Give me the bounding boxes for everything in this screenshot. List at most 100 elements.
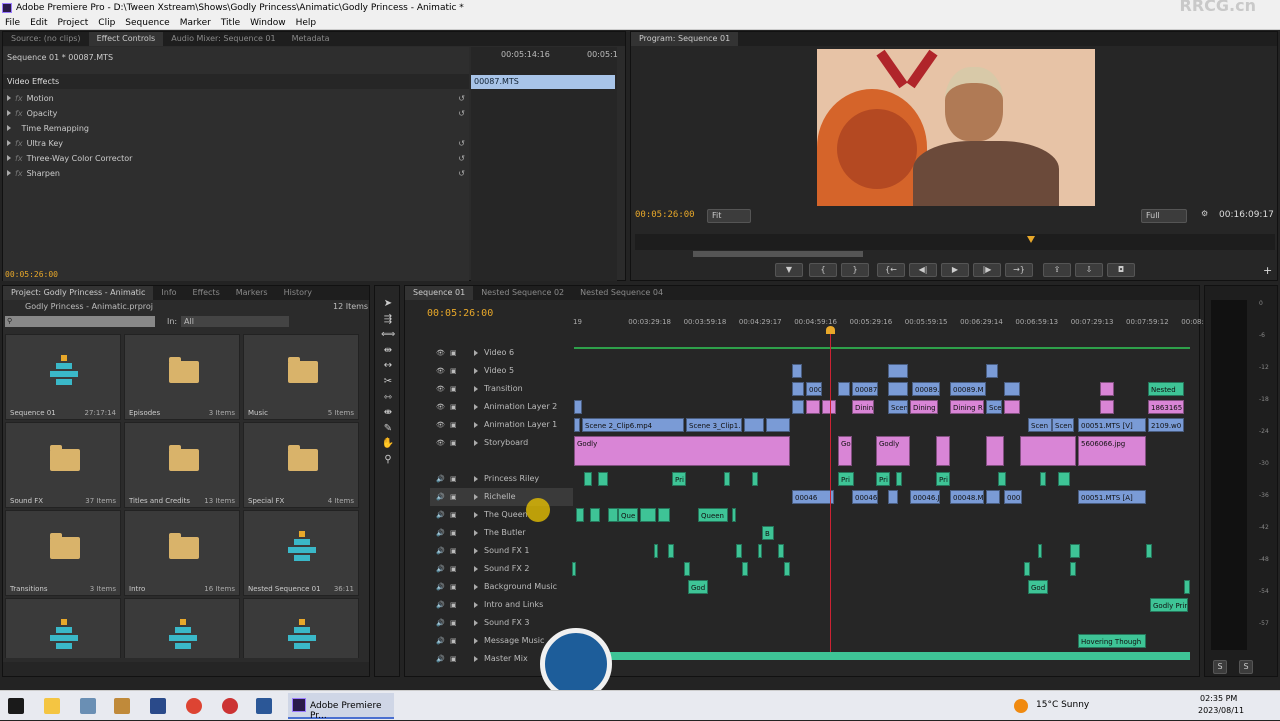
app-icon[interactable] <box>114 698 130 714</box>
resolution-dropdown[interactable]: Full <box>1141 209 1187 223</box>
track-header[interactable]: 🔊 ▣ The Queen <box>430 506 573 524</box>
reset-icon[interactable]: ↺ <box>458 166 465 181</box>
speaker-icon[interactable]: 🔊 <box>436 470 445 488</box>
eye-icon[interactable]: 👁 <box>436 416 445 434</box>
hand-tool-icon[interactable]: ✋ <box>381 436 395 452</box>
timeline-horizontal-scrollbar[interactable] <box>576 652 1190 660</box>
slip-tool-icon[interactable]: ⇿ <box>381 390 395 406</box>
effect-row-opacity[interactable]: fx Opacity ↺ <box>3 106 469 121</box>
add-marker-button[interactable]: ▼ <box>775 263 803 277</box>
track-header[interactable]: 👁 ▣ Video 5 <box>430 362 573 380</box>
lock-icon[interactable]: ▣ <box>450 362 457 380</box>
timeline-clip[interactable] <box>792 382 804 396</box>
speaker-icon[interactable]: 🔊 <box>436 632 445 650</box>
effect-row-sharpen[interactable]: fx Sharpen ↺ <box>3 166 469 181</box>
project-item[interactable]: Intro 16 Items <box>124 510 240 596</box>
lock-icon[interactable]: ▣ <box>450 380 457 398</box>
in-filter-dropdown[interactable]: All <box>181 316 289 327</box>
export-frame-button[interactable]: ◘ <box>1107 263 1135 277</box>
playhead-handle-icon[interactable] <box>826 326 835 334</box>
slide-tool-icon[interactable]: ⇼ <box>381 405 395 421</box>
timeline-clip[interactable] <box>1058 472 1070 486</box>
timeline-clip[interactable]: Godly <box>574 436 790 466</box>
speaker-icon[interactable]: 🔊 <box>436 650 445 668</box>
weather-label[interactable]: 15°C Sunny <box>1036 700 1089 710</box>
track-header[interactable]: 🔊 ▣ Sound FX 1 <box>430 542 573 560</box>
timeline-clip[interactable] <box>654 544 658 558</box>
timeline-playhead-timecode[interactable]: 00:05:26:00 <box>427 308 493 319</box>
file-explorer-icon[interactable] <box>44 698 60 714</box>
lock-icon[interactable]: ▣ <box>450 398 457 416</box>
timeline-clip[interactable] <box>576 508 584 522</box>
solo-left-button[interactable]: S <box>1213 660 1227 674</box>
timeline-clip[interactable] <box>608 508 618 522</box>
selection-tool-icon[interactable]: ➤ <box>381 296 395 312</box>
timeline-clip[interactable] <box>1146 544 1152 558</box>
timeline-clip[interactable]: Dining <box>852 400 874 414</box>
program-scrub-bar[interactable] <box>635 234 1275 250</box>
speaker-icon[interactable]: 🔊 <box>436 506 445 524</box>
speaker-icon[interactable]: 🔊 <box>436 614 445 632</box>
lock-icon[interactable]: ▣ <box>450 596 457 614</box>
chrome-icon[interactable] <box>222 698 238 714</box>
timeline-clip[interactable]: 00051.MTS [A] <box>1078 490 1146 504</box>
timeline-clip[interactable] <box>1040 472 1046 486</box>
lock-icon[interactable]: ▣ <box>450 416 457 434</box>
timeline-clip[interactable] <box>574 400 582 414</box>
ec-clip-bar[interactable]: 00087.MTS <box>471 75 615 89</box>
wrench-icon[interactable]: ⚙ <box>1201 209 1208 218</box>
lock-icon[interactable]: ▣ <box>450 650 457 668</box>
tab-info[interactable]: Info <box>153 286 184 300</box>
app-icon[interactable] <box>80 698 96 714</box>
track-header[interactable]: 🔊 ▣ Intro and Links <box>430 596 573 614</box>
timeline-clip[interactable] <box>896 472 902 486</box>
timeline-clip[interactable]: Nested <box>1148 382 1184 396</box>
timeline-clip[interactable] <box>574 418 580 432</box>
timeline-clip[interactable] <box>1070 562 1076 576</box>
timeline-clip[interactable] <box>822 400 836 414</box>
timeline-clip[interactable]: 2109.w0 <box>1148 418 1184 432</box>
timeline-clip[interactable] <box>668 544 674 558</box>
tab-nested-sequence-04[interactable]: Nested Sequence 04 <box>572 286 671 300</box>
project-item[interactable] <box>243 598 359 658</box>
project-item[interactable]: Titles and Credits 13 Items <box>124 422 240 508</box>
ripple-edit-tool-icon[interactable]: ⟺ <box>381 327 395 343</box>
timeline-clip[interactable]: B <box>762 526 774 540</box>
eye-icon[interactable]: 👁 <box>436 362 445 380</box>
add-button-icon[interactable]: + <box>1263 264 1272 277</box>
timeline-clip[interactable] <box>758 544 762 558</box>
tab-metadata[interactable]: Metadata <box>284 32 338 46</box>
project-item[interactable]: Transitions 3 Items <box>5 510 121 596</box>
speaker-icon[interactable]: 🔊 <box>436 488 445 506</box>
tab-history[interactable]: History <box>276 286 320 300</box>
timeline-clip[interactable] <box>888 490 898 504</box>
zoom-tool-icon[interactable]: ⚲ <box>381 452 395 468</box>
timeline-clip[interactable] <box>784 562 790 576</box>
mark-in-button[interactable]: { <box>809 263 837 277</box>
clock-time[interactable]: 02:35 PM <box>1200 694 1237 703</box>
rolling-edit-tool-icon[interactable]: ⇹ <box>381 343 395 359</box>
timeline-clip[interactable] <box>838 382 850 396</box>
track-header[interactable]: 🔊 ▣ Richelle <box>430 488 573 506</box>
lock-icon[interactable]: ▣ <box>450 506 457 524</box>
timeline-clip[interactable] <box>744 418 764 432</box>
tab-program[interactable]: Program: Sequence 01 <box>631 32 739 46</box>
timeline-clip[interactable]: 000 <box>806 382 822 396</box>
timeline-clip[interactable]: God <box>688 580 708 594</box>
play-button[interactable]: ▶ <box>941 263 969 277</box>
speaker-icon[interactable]: 🔊 <box>436 578 445 596</box>
playhead-line[interactable] <box>830 330 831 660</box>
timeline-clip[interactable] <box>742 562 748 576</box>
lock-icon[interactable]: ▣ <box>450 488 457 506</box>
word-icon[interactable] <box>256 698 272 714</box>
lock-icon[interactable]: ▣ <box>450 434 457 452</box>
track-header[interactable]: 🔊 ▣ Background Music <box>430 578 573 596</box>
timeline-clip[interactable]: 1863165 <box>1148 400 1184 414</box>
chrome-icon[interactable] <box>186 698 202 714</box>
timeline-clip[interactable] <box>792 364 802 378</box>
timeline-clip[interactable]: Scen <box>986 400 1002 414</box>
menu-title[interactable]: Title <box>216 16 245 29</box>
timeline-clip[interactable]: God <box>1028 580 1048 594</box>
reset-icon[interactable]: ↺ <box>458 151 465 166</box>
project-item[interactable]: Sound FX 37 Items <box>5 422 121 508</box>
